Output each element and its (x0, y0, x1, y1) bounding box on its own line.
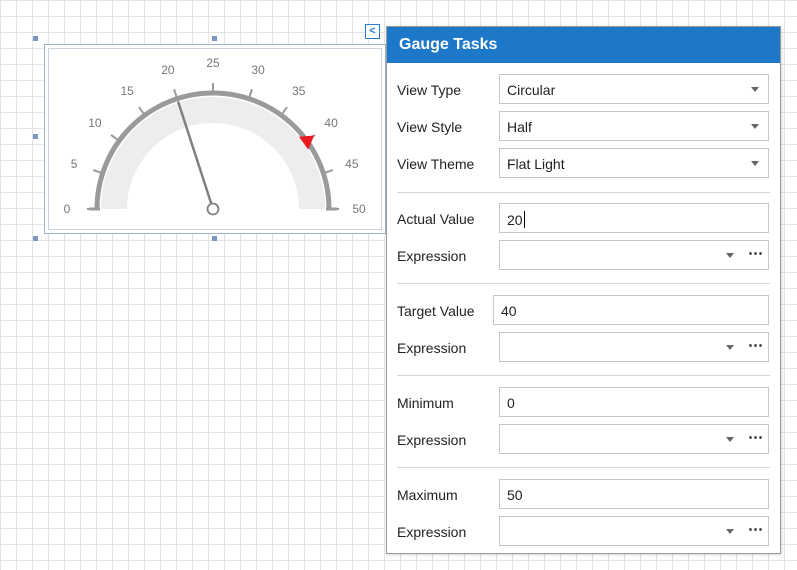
gauge-tick-5 (92, 169, 102, 174)
actual-value-label: Actual Value (397, 211, 475, 227)
gauge-range-band (101, 97, 325, 209)
divider (397, 375, 770, 376)
view-type-label: View Type (397, 82, 462, 98)
expression-label: Expression (397, 432, 467, 448)
resize-handle-top[interactable] (212, 36, 217, 41)
ellipsis-button[interactable]: ⋯ (748, 244, 763, 262)
gauge-tick-label-15: 15 (121, 84, 135, 98)
gauge-tick-label-30: 30 (251, 63, 265, 77)
actual-expression-row: Expression ⋯ (387, 240, 780, 272)
circular-half-gauge: 0 5 10 15 20 25 30 35 40 45 50 (64, 56, 366, 216)
text-caret (523, 211, 525, 228)
maximum-expression-row: Expression ⋯ (387, 516, 780, 548)
view-style-dropdown[interactable]: Half (499, 111, 769, 141)
target-expression-field[interactable]: ⋯ (499, 332, 769, 362)
resize-handle-top-left[interactable] (33, 36, 38, 41)
gauge-tick-30 (248, 88, 253, 98)
chevron-down-icon[interactable] (726, 253, 734, 258)
target-value-label: Target Value (397, 303, 475, 319)
maximum-label: Maximum (397, 487, 458, 503)
target-value-row: Target Value 40 (387, 295, 780, 327)
expression-label: Expression (397, 248, 467, 264)
maximum-text: 50 (507, 487, 523, 503)
divider (397, 283, 770, 284)
chevron-down-icon (751, 161, 759, 166)
maximum-row: Maximum 50 (387, 479, 780, 511)
actual-value-input[interactable]: 20 (499, 203, 769, 233)
gauge-tick-label-20: 20 (161, 63, 175, 77)
expression-label: Expression (397, 340, 467, 356)
minimum-expression-row: Expression ⋯ (387, 424, 780, 456)
actual-value-row: Actual Value 20 (387, 203, 780, 235)
gauge-tick-label-25: 25 (206, 56, 220, 70)
gauge-tick-label-10: 10 (88, 116, 102, 130)
view-theme-row: View Theme Flat Light (387, 148, 780, 180)
divider (397, 192, 770, 193)
view-style-row: View Style Half (387, 111, 780, 143)
target-expression-row: Expression ⋯ (387, 332, 780, 364)
ellipsis-button[interactable]: ⋯ (748, 520, 763, 538)
view-theme-value: Flat Light (507, 156, 565, 172)
ellipsis-button[interactable]: ⋯ (748, 428, 763, 446)
minimum-text: 0 (507, 395, 515, 411)
minimum-label: Minimum (397, 395, 454, 411)
expression-label: Expression (397, 524, 467, 540)
resize-handle-bottom-left[interactable] (33, 236, 38, 241)
actual-value-text: 20 (507, 212, 523, 228)
divider (397, 467, 770, 468)
chevron-down-icon[interactable] (726, 345, 734, 350)
minimum-input[interactable]: 0 (499, 387, 769, 417)
view-theme-label: View Theme (397, 156, 475, 172)
gauge-tick-10 (110, 134, 119, 141)
gauge-tick-20 (173, 88, 178, 98)
target-value-input[interactable]: 40 (493, 295, 769, 325)
minimum-row: Minimum 0 (387, 387, 780, 419)
view-type-value: Circular (507, 82, 556, 98)
chevron-down-icon (751, 87, 759, 92)
view-style-label: View Style (397, 119, 463, 135)
view-style-value: Half (507, 119, 532, 135)
gauge-tasks-panel: Gauge Tasks View Type Circular View Styl… (386, 26, 781, 554)
resize-handle-left[interactable] (33, 134, 38, 139)
gauge-tick-label-50: 50 (352, 202, 366, 216)
target-value-text: 40 (501, 303, 517, 319)
chevron-down-icon (751, 124, 759, 129)
smart-tag-button[interactable]: < (365, 24, 380, 39)
chevron-left-icon: < (369, 25, 376, 37)
resize-handle-bottom[interactable] (212, 236, 217, 241)
gauge-tick-35 (281, 106, 288, 115)
gauge-needle-hub (206, 202, 220, 216)
panel-title: Gauge Tasks (387, 27, 780, 63)
chevron-down-icon[interactable] (726, 529, 734, 534)
chevron-down-icon[interactable] (726, 437, 734, 442)
view-type-dropdown[interactable]: Circular (499, 74, 769, 104)
gauge-tick-15 (138, 106, 145, 115)
gauge-tick-label-45: 45 (345, 157, 359, 171)
gauge-tick-label-5: 5 (71, 157, 78, 171)
actual-expression-field[interactable]: ⋯ (499, 240, 769, 270)
gauge-tick-label-40: 40 (324, 116, 338, 130)
ellipsis-button[interactable]: ⋯ (748, 336, 763, 354)
view-theme-dropdown[interactable]: Flat Light (499, 148, 769, 178)
gauge-tick-45 (324, 169, 334, 174)
minimum-expression-field[interactable]: ⋯ (499, 424, 769, 454)
maximum-expression-field[interactable]: ⋯ (499, 516, 769, 546)
gauge-tick-label-0: 0 (64, 202, 71, 216)
gauge-tick-label-35: 35 (292, 84, 306, 98)
view-type-row: View Type Circular (387, 74, 780, 106)
maximum-input[interactable]: 50 (499, 479, 769, 509)
design-surface[interactable]: 0 5 10 15 20 25 30 35 40 45 50 < Gauge Tasks View … (0, 0, 797, 570)
